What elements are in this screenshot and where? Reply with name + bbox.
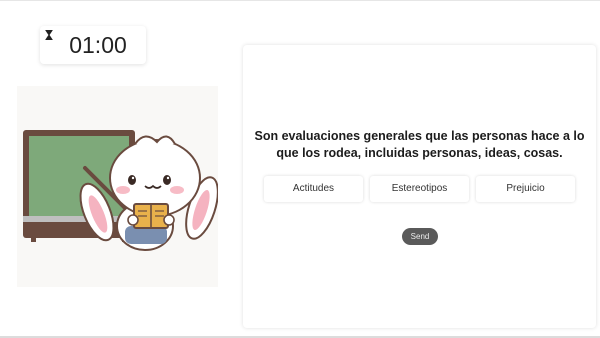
- send-button[interactable]: Send: [402, 228, 438, 245]
- timer-value: 01:00: [69, 32, 127, 58]
- question-line-2: que los rodea, incluidas personas, ideas…: [276, 146, 563, 160]
- question-text: Son evaluaciones generales que las perso…: [253, 128, 586, 162]
- timer-widget: 01:00: [40, 26, 146, 64]
- question-line-1: Son evaluaciones generales que las perso…: [254, 129, 585, 143]
- bunny-teacher-illustration: [17, 86, 219, 287]
- option-actitudes[interactable]: Actitudes: [264, 176, 363, 202]
- answer-options: Actitudes Estereotipos Prejuicio: [264, 176, 576, 202]
- top-divider: [0, 0, 600, 1]
- quiz-card: Son evaluaciones generales que las perso…: [243, 45, 596, 328]
- option-prejuicio[interactable]: Prejuicio: [476, 176, 575, 202]
- option-estereotipos[interactable]: Estereotipos: [370, 176, 469, 202]
